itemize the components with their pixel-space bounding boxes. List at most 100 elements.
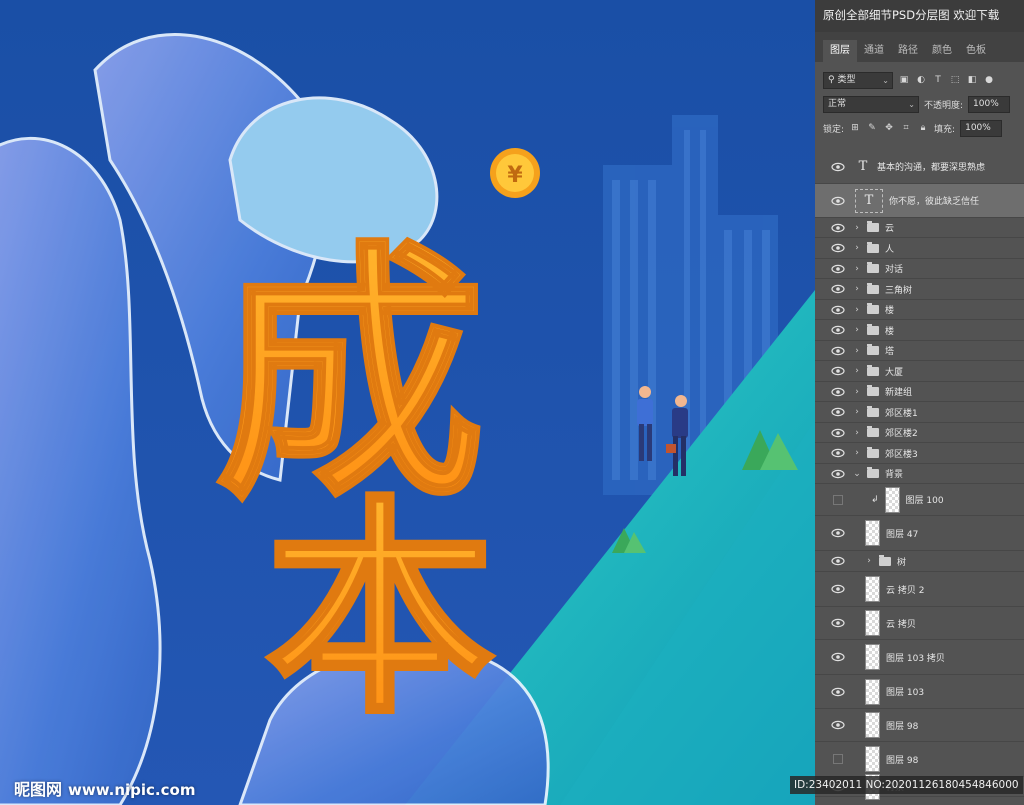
- folder-icon: [867, 303, 879, 314]
- eye-icon[interactable]: [831, 346, 845, 356]
- type-layer-icon: T: [855, 188, 883, 213]
- layer-row[interactable]: 图层 47: [815, 516, 1024, 551]
- chevron-right-icon[interactable]: ›: [853, 325, 861, 335]
- layer-row[interactable]: T 基本的沟通，都要深思熟虑: [815, 150, 1024, 184]
- layer-row[interactable]: › 郊区楼1: [815, 402, 1024, 423]
- eye-icon[interactable]: [831, 528, 845, 538]
- tab-layers[interactable]: 图层: [823, 40, 857, 62]
- adjustment-filter-icon[interactable]: ◐: [915, 74, 927, 86]
- type-filter-icon[interactable]: T: [932, 74, 944, 86]
- chevron-right-icon[interactable]: ›: [853, 264, 861, 274]
- chevron-right-icon[interactable]: ›: [853, 448, 861, 458]
- eye-icon[interactable]: [831, 556, 845, 566]
- chevron-right-icon[interactable]: ›: [853, 407, 861, 417]
- blend-mode-select[interactable]: 正常 ⌄: [823, 95, 919, 113]
- eye-icon[interactable]: [831, 196, 845, 206]
- watermark: 昵图网 www.nipic.com: [14, 776, 195, 800]
- eye-icon[interactable]: [831, 243, 845, 253]
- layer-row[interactable]: › 人: [815, 238, 1024, 259]
- tab-swatches[interactable]: 色板: [959, 40, 993, 62]
- lock-position-icon[interactable]: ✥: [883, 122, 895, 134]
- layer-name: 塔: [885, 347, 895, 357]
- lock-all-icon[interactable]: 🔒︎: [917, 122, 929, 134]
- layer-row[interactable]: 云 拷贝: [815, 607, 1024, 640]
- layer-row[interactable]: › 树: [815, 551, 1024, 572]
- layer-row[interactable]: › 郊区楼2: [815, 423, 1024, 443]
- eye-icon[interactable]: [831, 407, 845, 417]
- layer-row[interactable]: › 大厦: [815, 361, 1024, 382]
- visibility-off-icon[interactable]: [833, 494, 843, 505]
- chevron-right-icon[interactable]: ›: [853, 428, 861, 438]
- eye-icon[interactable]: [831, 618, 845, 628]
- layer-row[interactable]: ⌄ 背景: [815, 464, 1024, 484]
- chevron-right-icon[interactable]: ›: [853, 284, 861, 294]
- chevron-right-icon[interactable]: ›: [853, 387, 861, 397]
- eye-icon[interactable]: [831, 284, 845, 294]
- layer-row[interactable]: 图层 98: [815, 709, 1024, 742]
- layer-row[interactable]: › 对话: [815, 259, 1024, 279]
- chevron-right-icon[interactable]: ›: [865, 556, 873, 566]
- lock-label: 锁定:: [823, 124, 845, 135]
- layer-row[interactable]: › 云: [815, 218, 1024, 238]
- fill-input[interactable]: 100%: [960, 119, 1003, 137]
- layer-row[interactable]: › 楼: [815, 320, 1024, 341]
- chevron-right-icon[interactable]: ›: [853, 305, 861, 315]
- blend-row: 正常 ⌄ 不透明度: 100%: [815, 92, 1024, 116]
- eye-icon[interactable]: [831, 687, 845, 697]
- opacity-input[interactable]: 100%: [968, 95, 1011, 113]
- layer-row[interactable]: › 三角树: [815, 279, 1024, 300]
- chevron-right-icon[interactable]: ›: [853, 223, 861, 233]
- artboard-icon[interactable]: ⌗: [900, 122, 912, 134]
- folder-icon: [867, 385, 879, 396]
- panel-tabs: 图层 通道 路径 颜色 色板: [815, 32, 1024, 62]
- eye-icon[interactable]: [831, 305, 845, 315]
- eye-icon[interactable]: [831, 366, 845, 376]
- folder-icon: [867, 467, 879, 478]
- eye-icon[interactable]: [831, 652, 845, 662]
- eye-icon[interactable]: [831, 264, 845, 274]
- layer-row[interactable]: 图层 103 拷贝: [815, 640, 1024, 675]
- layer-row[interactable]: › 新建组: [815, 382, 1024, 402]
- layer-row[interactable]: › 塔: [815, 341, 1024, 361]
- eye-icon[interactable]: [831, 428, 845, 438]
- layer-name: 基本的沟通，都要深思熟虑: [877, 163, 986, 173]
- chevron-right-icon[interactable]: ›: [853, 243, 861, 253]
- layer-row[interactable]: 云 拷贝 2: [815, 572, 1024, 607]
- opacity-label: 不透明度:: [924, 100, 964, 111]
- eye-icon[interactable]: [831, 223, 845, 233]
- lock-transparent-icon[interactable]: ⊞: [849, 122, 861, 134]
- tab-color[interactable]: 颜色: [925, 40, 959, 62]
- tab-channels[interactable]: 通道: [857, 40, 891, 62]
- artwork-canvas[interactable]: ¥ 成 本 昵图网 www.nipic.com: [0, 0, 815, 805]
- lock-pixels-icon[interactable]: ✎: [866, 122, 878, 134]
- eye-icon[interactable]: [831, 584, 845, 594]
- layer-thumbnail: [865, 644, 880, 670]
- eye-icon[interactable]: [831, 720, 845, 730]
- eye-icon[interactable]: [831, 469, 845, 479]
- layer-row[interactable]: 图层 98: [815, 742, 1024, 777]
- eye-icon[interactable]: [831, 387, 845, 397]
- smart-object-filter-icon[interactable]: ◧: [966, 74, 978, 86]
- layer-name: 云: [885, 224, 895, 234]
- layer-list: T 基本的沟通，都要深思熟虑 T 你不愿，彼此缺乏信任 › 云 › 人 › 对话 › 三角树 › 楼 › 楼 ›…: [815, 150, 1024, 800]
- eye-icon[interactable]: [831, 448, 845, 458]
- filter-kind-select[interactable]: ⚲ 类型 ⌄: [823, 71, 893, 89]
- layer-name: 人: [885, 244, 895, 255]
- filter-toggle-icon[interactable]: ●: [983, 74, 995, 86]
- chevron-down-icon[interactable]: ⌄: [853, 469, 861, 479]
- chevron-right-icon[interactable]: ›: [853, 366, 861, 376]
- layer-row[interactable]: › 楼: [815, 300, 1024, 320]
- image-filter-icon[interactable]: ▣: [898, 74, 910, 86]
- layer-row[interactable]: ↲ 图层 100: [815, 484, 1024, 516]
- shape-filter-icon[interactable]: ⬚: [949, 74, 961, 86]
- tab-paths[interactable]: 路径: [891, 40, 925, 62]
- eye-icon[interactable]: [831, 162, 845, 172]
- chevron-right-icon[interactable]: ›: [853, 346, 861, 356]
- visibility-off-icon[interactable]: [833, 754, 843, 764]
- eye-icon[interactable]: [831, 325, 845, 335]
- layer-row[interactable]: 图层 103: [815, 675, 1024, 709]
- layer-row[interactable]: › 郊区楼3: [815, 443, 1024, 464]
- layer-name: 对话: [885, 265, 904, 275]
- chevron-down-icon: ⌄: [882, 75, 889, 85]
- layer-row[interactable]: T 你不愿，彼此缺乏信任: [815, 184, 1024, 218]
